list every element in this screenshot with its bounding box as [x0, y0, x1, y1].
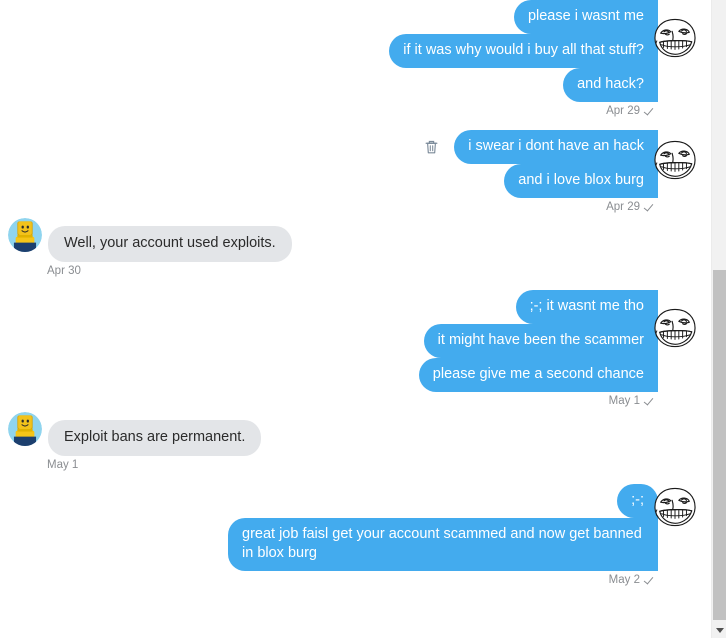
- message-group: Well, your account used exploits. Apr 30: [0, 217, 711, 279]
- roblox-avatar[interactable]: [8, 217, 42, 252]
- message-row: great job faisl get your account scammed…: [0, 518, 711, 571]
- message-bubble[interactable]: Exploit bans are permanent.: [48, 420, 262, 456]
- message-row: ;-; it wasnt me tho: [0, 290, 711, 324]
- troll-face-avatar[interactable]: [651, 139, 699, 181]
- trash-icon[interactable]: [420, 136, 442, 158]
- message-timestamp: Apr 29: [606, 201, 640, 213]
- message-bubble[interactable]: and i love blox burg: [504, 164, 658, 198]
- message-timestamp: May 2: [608, 574, 640, 586]
- message-bubble[interactable]: ;-; it wasnt me tho: [515, 290, 658, 324]
- check-icon: [645, 202, 656, 213]
- message-group-bubbles: i swear i dont have an hack and i love bl…: [0, 130, 711, 198]
- message-meta: Apr 30: [0, 262, 711, 279]
- roblox-avatar[interactable]: [8, 411, 42, 446]
- triangle-down-icon[interactable]: [712, 623, 726, 638]
- message-group-bubbles: ;-; it wasnt me tho it might have been th…: [0, 290, 711, 392]
- message-meta: Apr 29: [0, 198, 711, 215]
- message-group: i swear i dont have an hack and i love bl…: [0, 130, 711, 215]
- message-timestamp: Apr 29: [606, 105, 640, 117]
- message-thread: please i wasnt me if it was why would i b…: [0, 0, 711, 588]
- message-row: if it was why would i buy all that stuff…: [0, 34, 711, 68]
- message-bubble[interactable]: it might have been the scammer: [423, 324, 658, 358]
- message-bubble[interactable]: please i wasnt me: [513, 0, 658, 34]
- troll-face-avatar[interactable]: [651, 17, 699, 59]
- message-meta: May 1: [0, 456, 711, 473]
- message-row: please give me a second chance: [0, 358, 711, 392]
- message-row: i swear i dont have an hack: [0, 130, 711, 164]
- message-meta: May 2: [0, 571, 711, 588]
- message-meta: Apr 29: [0, 102, 711, 119]
- message-bubble[interactable]: and hack?: [563, 68, 658, 102]
- message-row: it might have been the scammer: [0, 324, 711, 358]
- message-bubble[interactable]: great job faisl get your account scammed…: [228, 518, 658, 571]
- message-row: please i wasnt me: [0, 0, 711, 34]
- check-icon: [645, 575, 656, 586]
- message-bubble[interactable]: please give me a second chance: [418, 358, 658, 392]
- message-scroll-area[interactable]: please i wasnt me if it was why would i b…: [0, 0, 711, 638]
- message-bubble[interactable]: Well, your account used exploits.: [48, 226, 292, 262]
- message-group: Exploit bans are permanent. May 1: [0, 411, 711, 473]
- check-icon: [645, 106, 656, 117]
- message-bubble[interactable]: if it was why would i buy all that stuff…: [389, 34, 658, 68]
- chat-window: please i wasnt me if it was why would i b…: [0, 0, 726, 638]
- message-group: please i wasnt me if it was why would i b…: [0, 0, 711, 119]
- message-row: Exploit bans are permanent.: [0, 420, 711, 456]
- message-bubble[interactable]: i swear i dont have an hack: [454, 130, 658, 164]
- message-meta: May 1: [0, 392, 711, 409]
- message-group: ;-; it wasnt me tho it might have been th…: [0, 290, 711, 409]
- troll-face-avatar[interactable]: [651, 486, 699, 528]
- message-timestamp: May 1: [608, 395, 640, 407]
- vertical-scrollbar[interactable]: [711, 0, 726, 638]
- troll-face-avatar[interactable]: [651, 307, 699, 349]
- message-row: ;-;: [0, 484, 711, 518]
- message-group-bubbles: please i wasnt me if it was why would i b…: [0, 0, 711, 102]
- message-group-bubbles: Exploit bans are permanent.: [0, 420, 711, 456]
- message-row: Well, your account used exploits.: [0, 226, 711, 262]
- scrollbar-thumb[interactable]: [713, 270, 726, 620]
- message-row: and hack?: [0, 68, 711, 102]
- message-timestamp: Apr 30: [47, 265, 81, 277]
- message-timestamp: May 1: [47, 459, 79, 471]
- message-row: and i love blox burg: [0, 164, 711, 198]
- message-group-bubbles: ;-; great job faisl get your account scam…: [0, 484, 711, 571]
- message-group-bubbles: Well, your account used exploits.: [0, 226, 711, 262]
- message-group: ;-; great job faisl get your account scam…: [0, 484, 711, 588]
- check-icon: [645, 396, 656, 407]
